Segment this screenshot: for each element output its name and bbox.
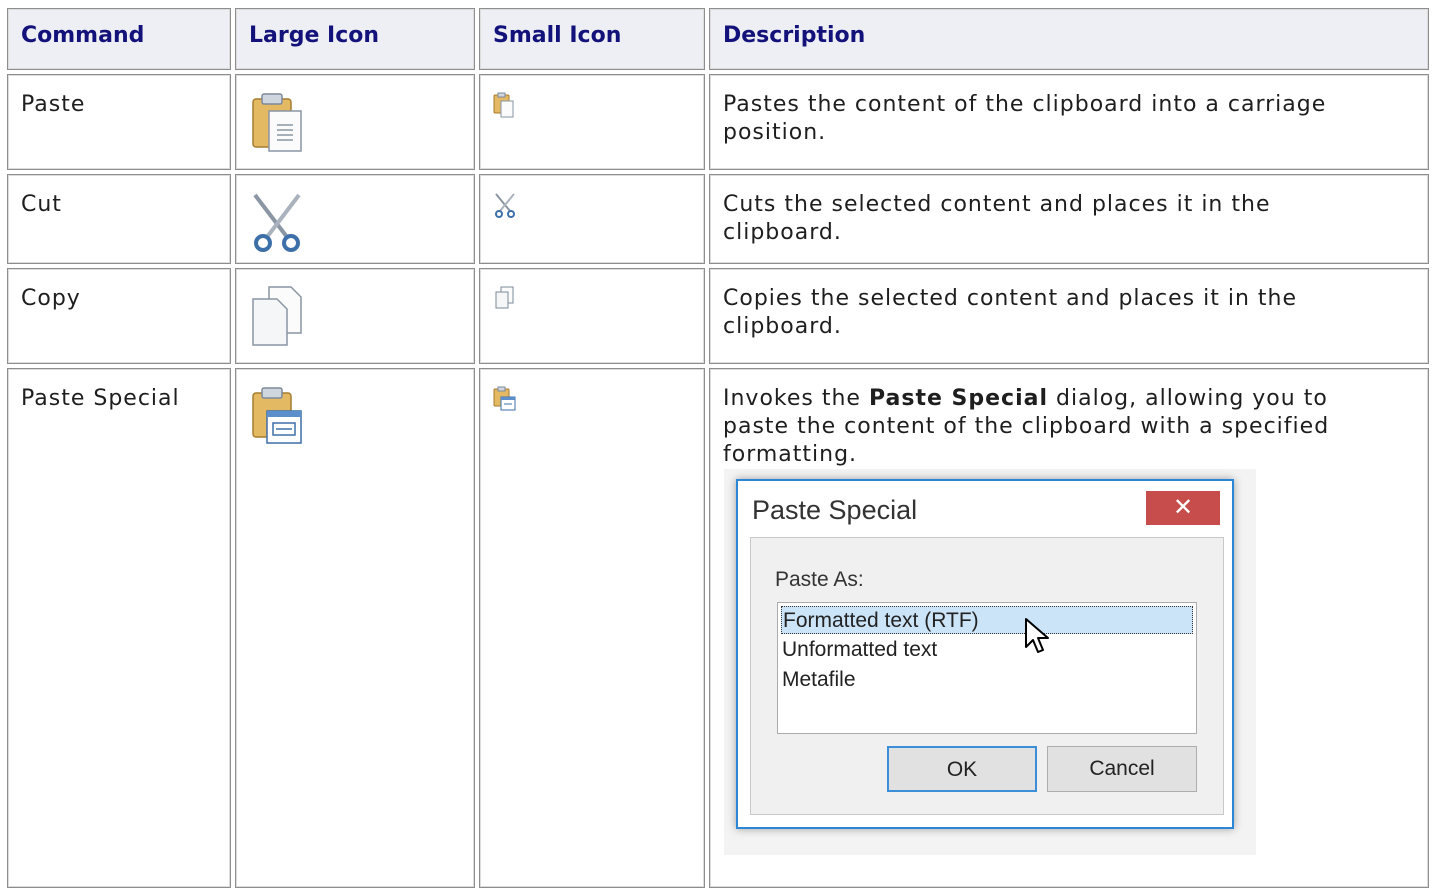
row-cut-description: Cuts the selected content and places it … (709, 174, 1429, 264)
row-copy-large-icon (235, 268, 475, 364)
header-command: Command (7, 8, 231, 70)
row-paste-special-command: Paste Special (7, 368, 231, 888)
row-cut-large-icon (235, 174, 475, 264)
command-name: Cut (21, 192, 62, 217)
row-paste-small-icon (479, 74, 705, 170)
description-text: Invokes the Paste Special dialog, allowi… (723, 385, 1373, 469)
row-paste-special-small-icon (479, 368, 705, 888)
row-paste-description: Pastes the content of the clipboard into… (709, 74, 1429, 170)
cut-icon (495, 193, 515, 218)
row-paste-large-icon (235, 74, 475, 170)
description-text: Cuts the selected content and places it … (723, 192, 1271, 245)
header-small-icon-label: Small Icon (493, 23, 622, 48)
row-cut-small-icon (479, 174, 705, 264)
row-cut-command: Cut (7, 174, 231, 264)
cut-icon (253, 193, 301, 252)
header-command-label: Command (21, 23, 145, 48)
row-paste-command: Paste (7, 74, 231, 170)
list-item[interactable]: Formatted text (RTF) (781, 606, 1193, 634)
header-large-icon: Large Icon (235, 8, 475, 70)
header-description-label: Description (723, 23, 866, 48)
copy-icon (495, 286, 514, 309)
paste-special-icon (252, 387, 302, 444)
dialog-screenshot: Paste Special ✕ Paste As: Formatted text… (724, 469, 1256, 855)
dialog-body: Paste As: Formatted text (RTF) Unformatt… (750, 537, 1224, 815)
paste-icon (252, 93, 302, 152)
cursor-icon (1025, 618, 1049, 653)
description-text: Pastes the content of the clipboard into… (723, 92, 1327, 145)
dialog-title: Paste Special (752, 495, 918, 525)
command-name: Paste Special (21, 386, 180, 411)
paste-special-icon (493, 386, 516, 411)
row-copy-description: Copies the selected content and places i… (709, 268, 1429, 364)
row-copy-small-icon (479, 268, 705, 364)
command-name: Copy (21, 286, 81, 311)
command-name: Paste (21, 92, 86, 117)
cancel-button[interactable]: Cancel (1047, 746, 1197, 792)
description-bold: Paste Special (868, 386, 1049, 411)
copy-icon (252, 286, 302, 346)
close-button[interactable]: ✕ (1146, 491, 1220, 525)
list-item[interactable]: Metafile (781, 666, 1193, 694)
paste-as-label: Paste As: (775, 568, 864, 591)
description-prefix: Invokes the (723, 386, 869, 411)
list-item[interactable]: Unformatted text (781, 636, 1193, 664)
paste-icon (493, 92, 514, 118)
header-small-icon: Small Icon (479, 8, 705, 70)
header-description: Description (709, 8, 1429, 70)
ok-button[interactable]: OK (887, 746, 1037, 792)
header-large-icon-label: Large Icon (249, 23, 380, 48)
row-copy-command: Copy (7, 268, 231, 364)
row-paste-special-large-icon (235, 368, 475, 888)
description-text: Copies the selected content and places i… (723, 286, 1297, 339)
paste-special-dialog: Paste Special ✕ Paste As: Formatted text… (736, 479, 1234, 829)
paste-as-list[interactable]: Formatted text (RTF) Unformatted text Me… (777, 602, 1197, 734)
